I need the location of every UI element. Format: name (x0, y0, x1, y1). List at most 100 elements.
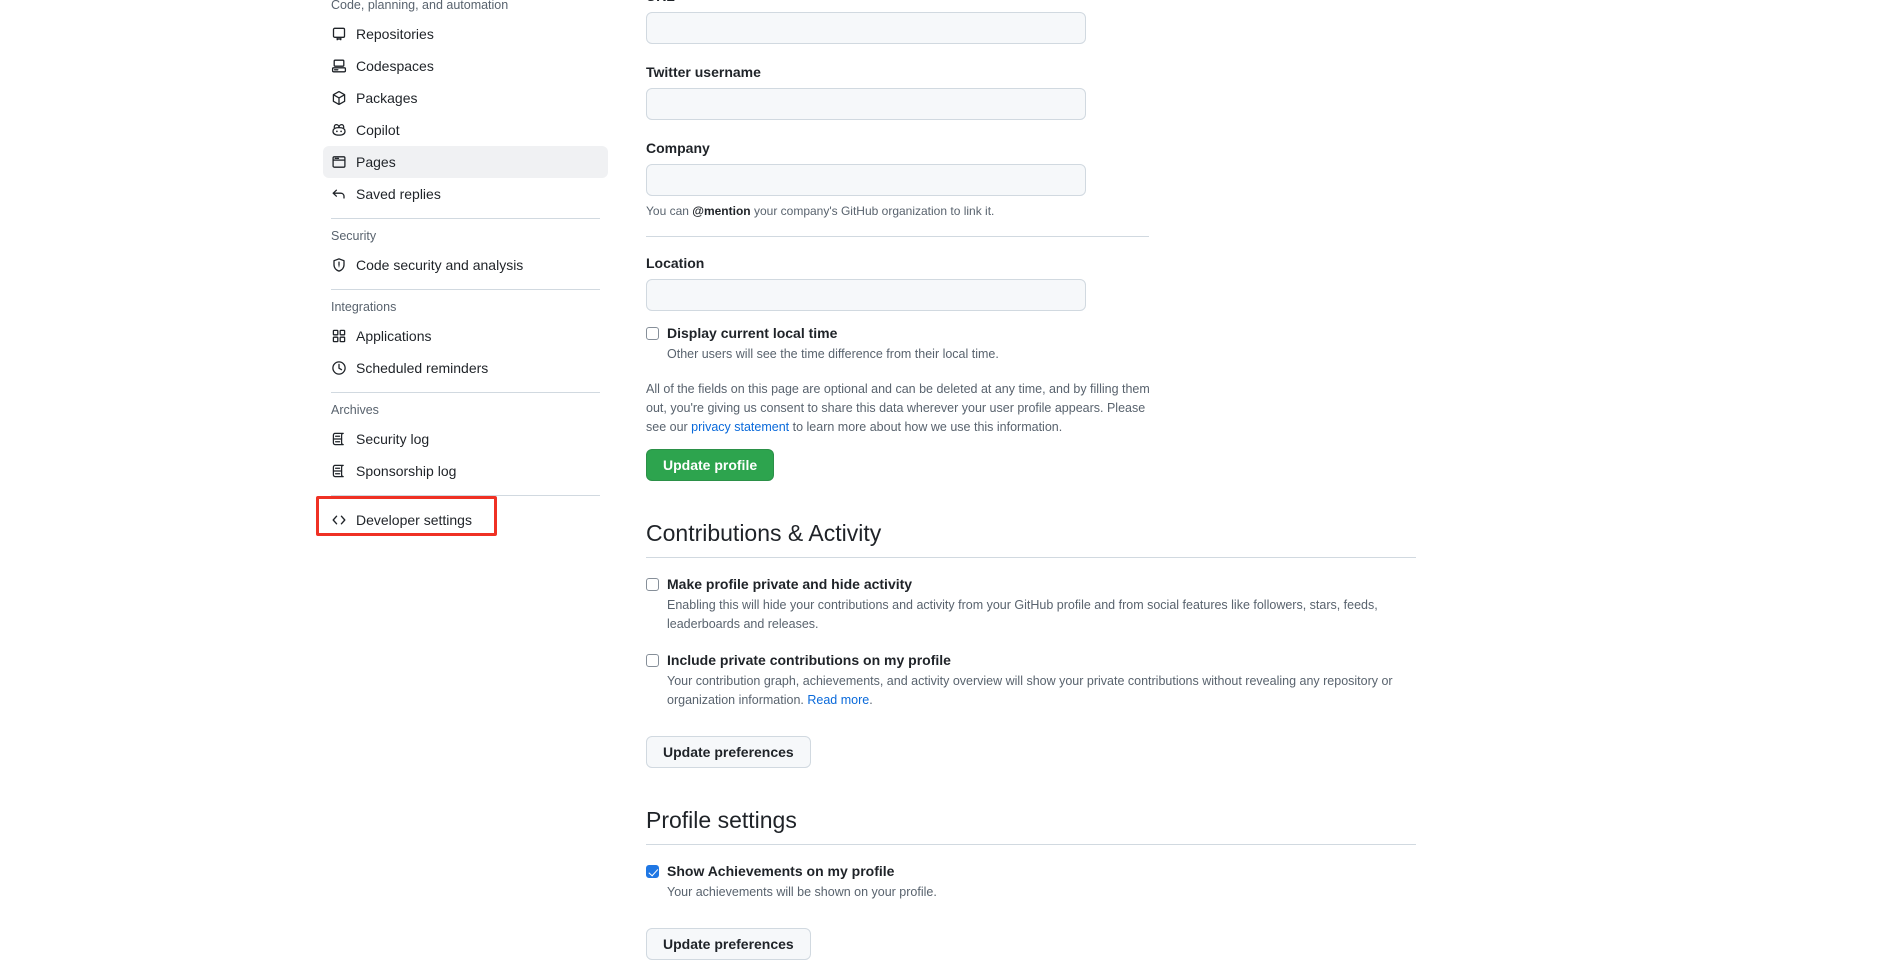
include-private-contributions-option: Include private contributions on my prof… (646, 650, 1446, 710)
contributions-activity-section: Contributions & Activity Make profile pr… (646, 517, 1446, 768)
nav-group-archives: Archives Security log Sponsorship log (323, 401, 608, 487)
sidebar-divider (331, 218, 600, 219)
url-field-group: URL (646, 0, 1446, 44)
profile-settings-section: Profile settings Show Achievements on my… (646, 804, 1446, 960)
make-profile-private-checkbox-row: Make profile private and hide activity (646, 574, 1446, 595)
code-brackets-icon (331, 512, 347, 528)
sidebar-item-applications[interactable]: Applications (323, 320, 608, 352)
nav-group-heading: Code, planning, and automation (331, 0, 509, 12)
update-preferences-button-profile[interactable]: Update preferences (646, 928, 811, 960)
show-achievements-checkbox[interactable] (646, 865, 659, 878)
local-time-option: Display current local time Other users w… (646, 323, 1446, 364)
display-local-time-label[interactable]: Display current local time (667, 323, 837, 344)
nav-group-heading: Archives (331, 403, 379, 417)
include-private-contributions-checkbox[interactable] (646, 654, 659, 667)
twitter-field-group: Twitter username (646, 62, 1446, 120)
include-private-contributions-description: Your contribution graph, achievements, a… (667, 672, 1412, 710)
repo-icon (331, 26, 347, 42)
location-input[interactable] (646, 279, 1086, 311)
sidebar-item-sponsorship-log[interactable]: Sponsorship log (323, 455, 608, 487)
sidebar-item-label: Sponsorship log (356, 463, 457, 479)
browser-window-icon (331, 154, 347, 170)
update-profile-button[interactable]: Update profile (646, 449, 775, 481)
local-time-checkbox-row: Display current local time (646, 323, 1446, 344)
sidebar-item-repositories[interactable]: Repositories (323, 18, 608, 50)
description-part-1: Your contribution graph, achievements, a… (667, 674, 1393, 707)
sidebar-item-developer-settings[interactable]: Developer settings (316, 496, 608, 536)
nav-group-security: Security Code security and analysis (323, 227, 608, 281)
sidebar-item-label: Repositories (356, 26, 434, 42)
apps-grid-icon (331, 328, 347, 344)
sidebar-item-pages[interactable]: Pages (323, 146, 608, 178)
log-stack-icon (331, 463, 347, 479)
log-stack-icon (331, 431, 347, 447)
company-input[interactable] (646, 164, 1086, 196)
include-private-contributions-label[interactable]: Include private contributions on my prof… (667, 650, 951, 671)
read-more-link[interactable]: Read more (807, 693, 869, 707)
sidebar-item-label: Security log (356, 431, 430, 447)
legal-part-2: to learn more about how we use this info… (789, 420, 1063, 434)
sidebar-item-saved-replies[interactable]: Saved replies (323, 178, 608, 210)
sidebar-item-security-log[interactable]: Security log (323, 423, 608, 455)
sidebar-item-label: Developer settings (356, 512, 472, 528)
display-local-time-description: Other users will see the time difference… (667, 347, 999, 361)
clock-icon (331, 360, 347, 376)
sidebar-divider (331, 289, 600, 290)
display-local-time-checkbox[interactable] (646, 327, 659, 340)
reply-arrow-icon (331, 186, 347, 202)
twitter-username-input[interactable] (646, 88, 1086, 120)
sidebar-item-scheduled-reminders[interactable]: Scheduled reminders (323, 352, 608, 384)
profile-settings-section-title: Profile settings (646, 807, 797, 833)
description-part-2: . (869, 693, 873, 707)
url-input[interactable] (646, 12, 1086, 44)
shield-check-icon (331, 257, 347, 273)
company-note-suffix: your company's GitHub organization to li… (750, 204, 995, 218)
sidebar-item-packages[interactable]: Packages (323, 82, 608, 114)
sidebar-item-label: Packages (356, 90, 418, 106)
nav-group-code-planning-automation: Code, planning, and automation Repositor… (323, 0, 608, 210)
show-achievements-checkbox-row: Show Achievements on my profile (646, 861, 1446, 882)
sidebar-item-label: Applications (356, 328, 432, 344)
section-rule (646, 557, 1416, 558)
company-field-group: Company You can @mention your company's … (646, 138, 1446, 220)
company-label: Company (646, 140, 710, 156)
form-divider (646, 236, 1149, 237)
make-profile-private-label[interactable]: Make profile private and hide activity (667, 574, 912, 595)
make-profile-private-checkbox[interactable] (646, 578, 659, 591)
make-profile-private-option: Make profile private and hide activity E… (646, 574, 1446, 634)
update-preferences-button-contributions[interactable]: Update preferences (646, 736, 811, 768)
sidebar-item-code-security-and-analysis[interactable]: Code security and analysis (323, 249, 608, 281)
company-note-mention: @mention (692, 204, 751, 218)
sidebar-item-copilot[interactable]: Copilot (323, 114, 608, 146)
privacy-statement-link[interactable]: privacy statement (691, 420, 789, 434)
settings-sidebar: Code, planning, and automation Repositor… (316, 0, 608, 536)
make-profile-private-description: Enabling this will hide your contributio… (667, 598, 1378, 631)
sidebar-item-codespaces[interactable]: Codespaces (323, 50, 608, 82)
package-icon (331, 90, 347, 106)
sidebar-item-label: Code security and analysis (356, 257, 524, 273)
location-field-group: Location (646, 253, 1446, 311)
contributions-section-title: Contributions & Activity (646, 520, 882, 546)
twitter-username-label: Twitter username (646, 64, 761, 80)
sidebar-divider (331, 495, 600, 496)
nav-group-heading: Integrations (331, 300, 397, 314)
company-note: You can @mention your company's GitHub o… (646, 202, 1446, 220)
profile-legal-text: All of the fields on this page are optio… (646, 380, 1158, 437)
url-label: URL (646, 0, 1446, 6)
sidebar-item-label: Scheduled reminders (356, 360, 489, 376)
show-achievements-description: Your achievements will be shown on your … (667, 885, 937, 899)
sidebar-divider (331, 392, 600, 393)
sidebar-item-label: Saved replies (356, 186, 441, 202)
include-private-contributions-checkbox-row: Include private contributions on my prof… (646, 650, 1446, 671)
copilot-icon (331, 122, 347, 138)
nav-group-integrations: Integrations Applications Scheduled remi… (323, 298, 608, 384)
codespaces-icon (331, 58, 347, 74)
section-rule (646, 844, 1416, 845)
show-achievements-label[interactable]: Show Achievements on my profile (667, 861, 894, 882)
sidebar-item-label: Codespaces (356, 58, 434, 74)
sidebar-item-label: Pages (356, 154, 396, 170)
sidebar-item-label: Copilot (356, 122, 400, 138)
profile-settings-main: URL Twitter username Company You can @me… (646, 0, 1446, 960)
company-note-prefix: You can (646, 204, 693, 218)
location-label: Location (646, 255, 705, 271)
